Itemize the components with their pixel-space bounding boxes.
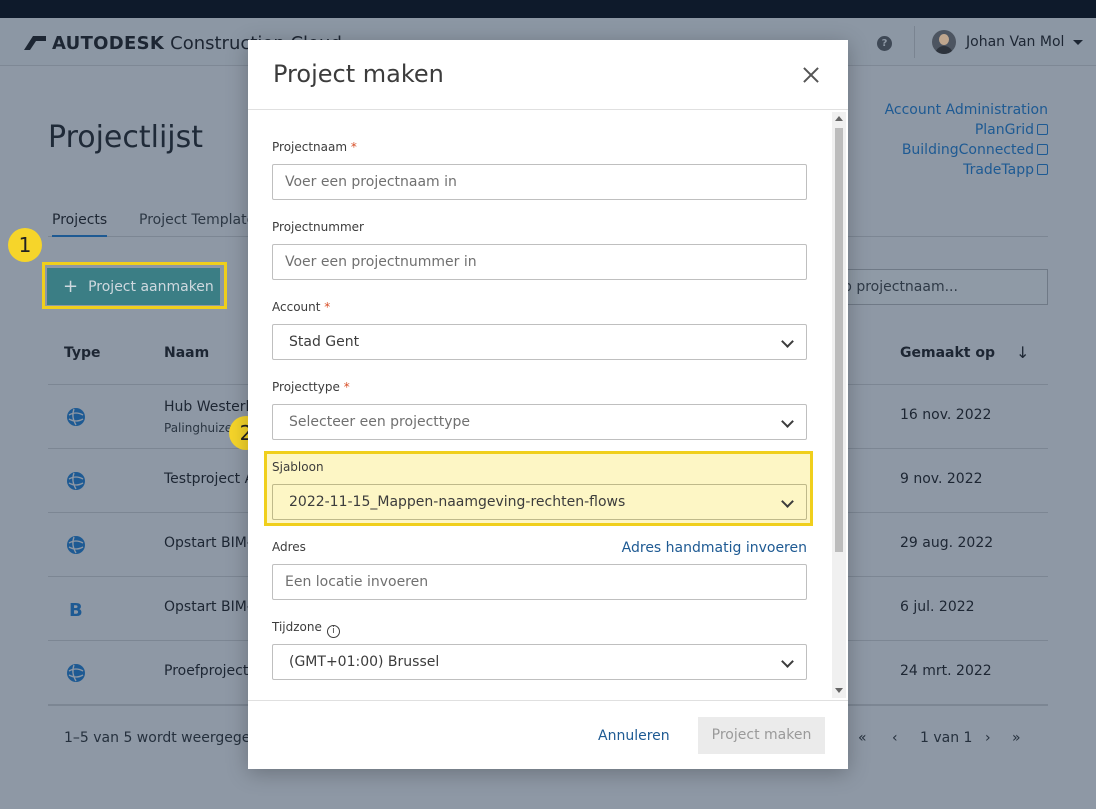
help-icon[interactable]: ? [877, 36, 892, 51]
chevron-down-icon [781, 495, 794, 508]
brand-name: AUTODESK [52, 32, 165, 54]
globe-icon [67, 472, 85, 490]
scroll-down-icon[interactable] [835, 688, 843, 693]
row-name[interactable]: Opstart BIM- [164, 535, 252, 551]
row-date: 24 mrt. 2022 [900, 663, 992, 679]
dialog-header: Project maken [248, 40, 848, 110]
create-project-submit-button[interactable]: Project maken [698, 717, 825, 754]
external-link-icon [1037, 124, 1048, 135]
tab-project-templates[interactable]: Project Templates [139, 212, 263, 228]
create-project-label: Project aanmaken [88, 278, 214, 295]
account-select[interactable]: Stad Gent [272, 324, 807, 360]
project-type-select[interactable]: Selecteer een projecttype [272, 404, 807, 440]
account-value: Stad Gent [289, 334, 360, 350]
next-page-icon[interactable]: › [985, 730, 991, 746]
template-value: 2022-11-15_Mappen-naamgeving-rechten-flo… [289, 494, 626, 510]
external-link-icon [1037, 144, 1048, 155]
tab-projects[interactable]: Projects [52, 212, 108, 237]
avatar[interactable] [932, 30, 956, 54]
link-tradetapp[interactable]: TradeTapp [885, 160, 1048, 180]
address-label: Adres [272, 540, 306, 554]
chevron-down-icon [781, 335, 794, 348]
project-name-input[interactable] [272, 164, 807, 200]
last-page-icon[interactable]: » [1012, 730, 1021, 746]
prev-page-icon[interactable]: ‹ [892, 730, 898, 746]
create-project-dialog: Project maken Projectnaam * Projectnumme… [248, 40, 848, 769]
autodesk-logo-icon [24, 36, 46, 50]
step-badge-1: 1 [8, 228, 42, 262]
pagination-summary: 1–5 van 5 wordt weergegeven [64, 730, 277, 746]
chevron-down-icon [781, 415, 794, 428]
row-name[interactable]: Testproject A [164, 471, 254, 487]
plus-icon: + [63, 276, 79, 297]
create-project-button[interactable]: + Project aanmaken [47, 268, 220, 305]
project-search-input[interactable]: p projectnaam... [838, 269, 1048, 305]
timezone-label: Tijdzone i [272, 620, 340, 638]
template-label: Sjabloon [272, 460, 324, 474]
header-divider [914, 26, 915, 58]
timezone-select[interactable]: (GMT+01:00) Brussel [272, 644, 807, 680]
search-text: p projectnaam... [843, 279, 958, 295]
row-name[interactable]: Proefproject [164, 663, 248, 679]
link-plangrid[interactable]: PlanGrid [885, 120, 1048, 140]
info-icon[interactable]: i [326, 625, 340, 638]
row-name[interactable]: Hub Westerb [164, 399, 254, 415]
scroll-thumb[interactable] [835, 128, 843, 552]
globe-icon [67, 664, 85, 682]
row-date: 16 nov. 2022 [900, 407, 992, 423]
address-input[interactable] [272, 564, 807, 600]
row-name[interactable]: Opstart BIM- [164, 599, 252, 615]
link-buildingconnected[interactable]: BuildingConnected [885, 140, 1048, 160]
scroll-up-icon[interactable] [835, 116, 843, 121]
cancel-button[interactable]: Annuleren [598, 728, 670, 744]
project-number-label: Projectnummer [272, 220, 364, 234]
project-number-input[interactable] [272, 244, 807, 280]
column-type[interactable]: Type [64, 345, 101, 361]
dialog-footer: Annuleren Project maken [248, 700, 848, 769]
sort-down-icon[interactable]: ↓ [1016, 343, 1029, 362]
external-link-icon [1037, 164, 1048, 175]
template-select[interactable]: 2022-11-15_Mappen-naamgeving-rechten-flo… [272, 484, 807, 520]
close-icon[interactable] [800, 64, 822, 86]
dialog-title: Project maken [273, 60, 444, 88]
b-icon: B [69, 600, 83, 619]
column-created[interactable]: Gemaakt op [900, 345, 995, 361]
svg-text:B: B [69, 600, 83, 619]
page-title: Projectlijst [48, 120, 204, 155]
row-date: 9 nov. 2022 [900, 471, 983, 487]
dialog-scrollbar[interactable] [832, 112, 846, 698]
project-type-label: Projecttype * [272, 380, 350, 394]
top-strip [0, 0, 1096, 18]
manual-address-link[interactable]: Adres handmatig invoeren [622, 540, 807, 556]
first-page-icon[interactable]: « [858, 730, 867, 746]
user-name[interactable]: Johan Van Mol [966, 34, 1064, 50]
chevron-down-icon [781, 655, 794, 668]
globe-icon [67, 536, 85, 554]
row-date: 29 aug. 2022 [900, 535, 994, 551]
page-indicator: 1 van 1 [920, 730, 973, 746]
chevron-down-icon[interactable] [1073, 40, 1083, 45]
globe-icon [67, 408, 85, 426]
row-subtitle: Palinghuize [164, 421, 233, 435]
row-date: 6 jul. 2022 [900, 599, 975, 615]
timezone-value: (GMT+01:00) Brussel [289, 654, 440, 670]
account-label: Account * [272, 300, 331, 314]
column-name[interactable]: Naam [164, 345, 209, 361]
project-type-placeholder: Selecteer een projecttype [289, 414, 471, 430]
project-name-label: Projectnaam * [272, 140, 357, 154]
external-links: Account Administration PlanGrid Building… [885, 100, 1048, 180]
link-account-admin[interactable]: Account Administration [885, 100, 1048, 120]
